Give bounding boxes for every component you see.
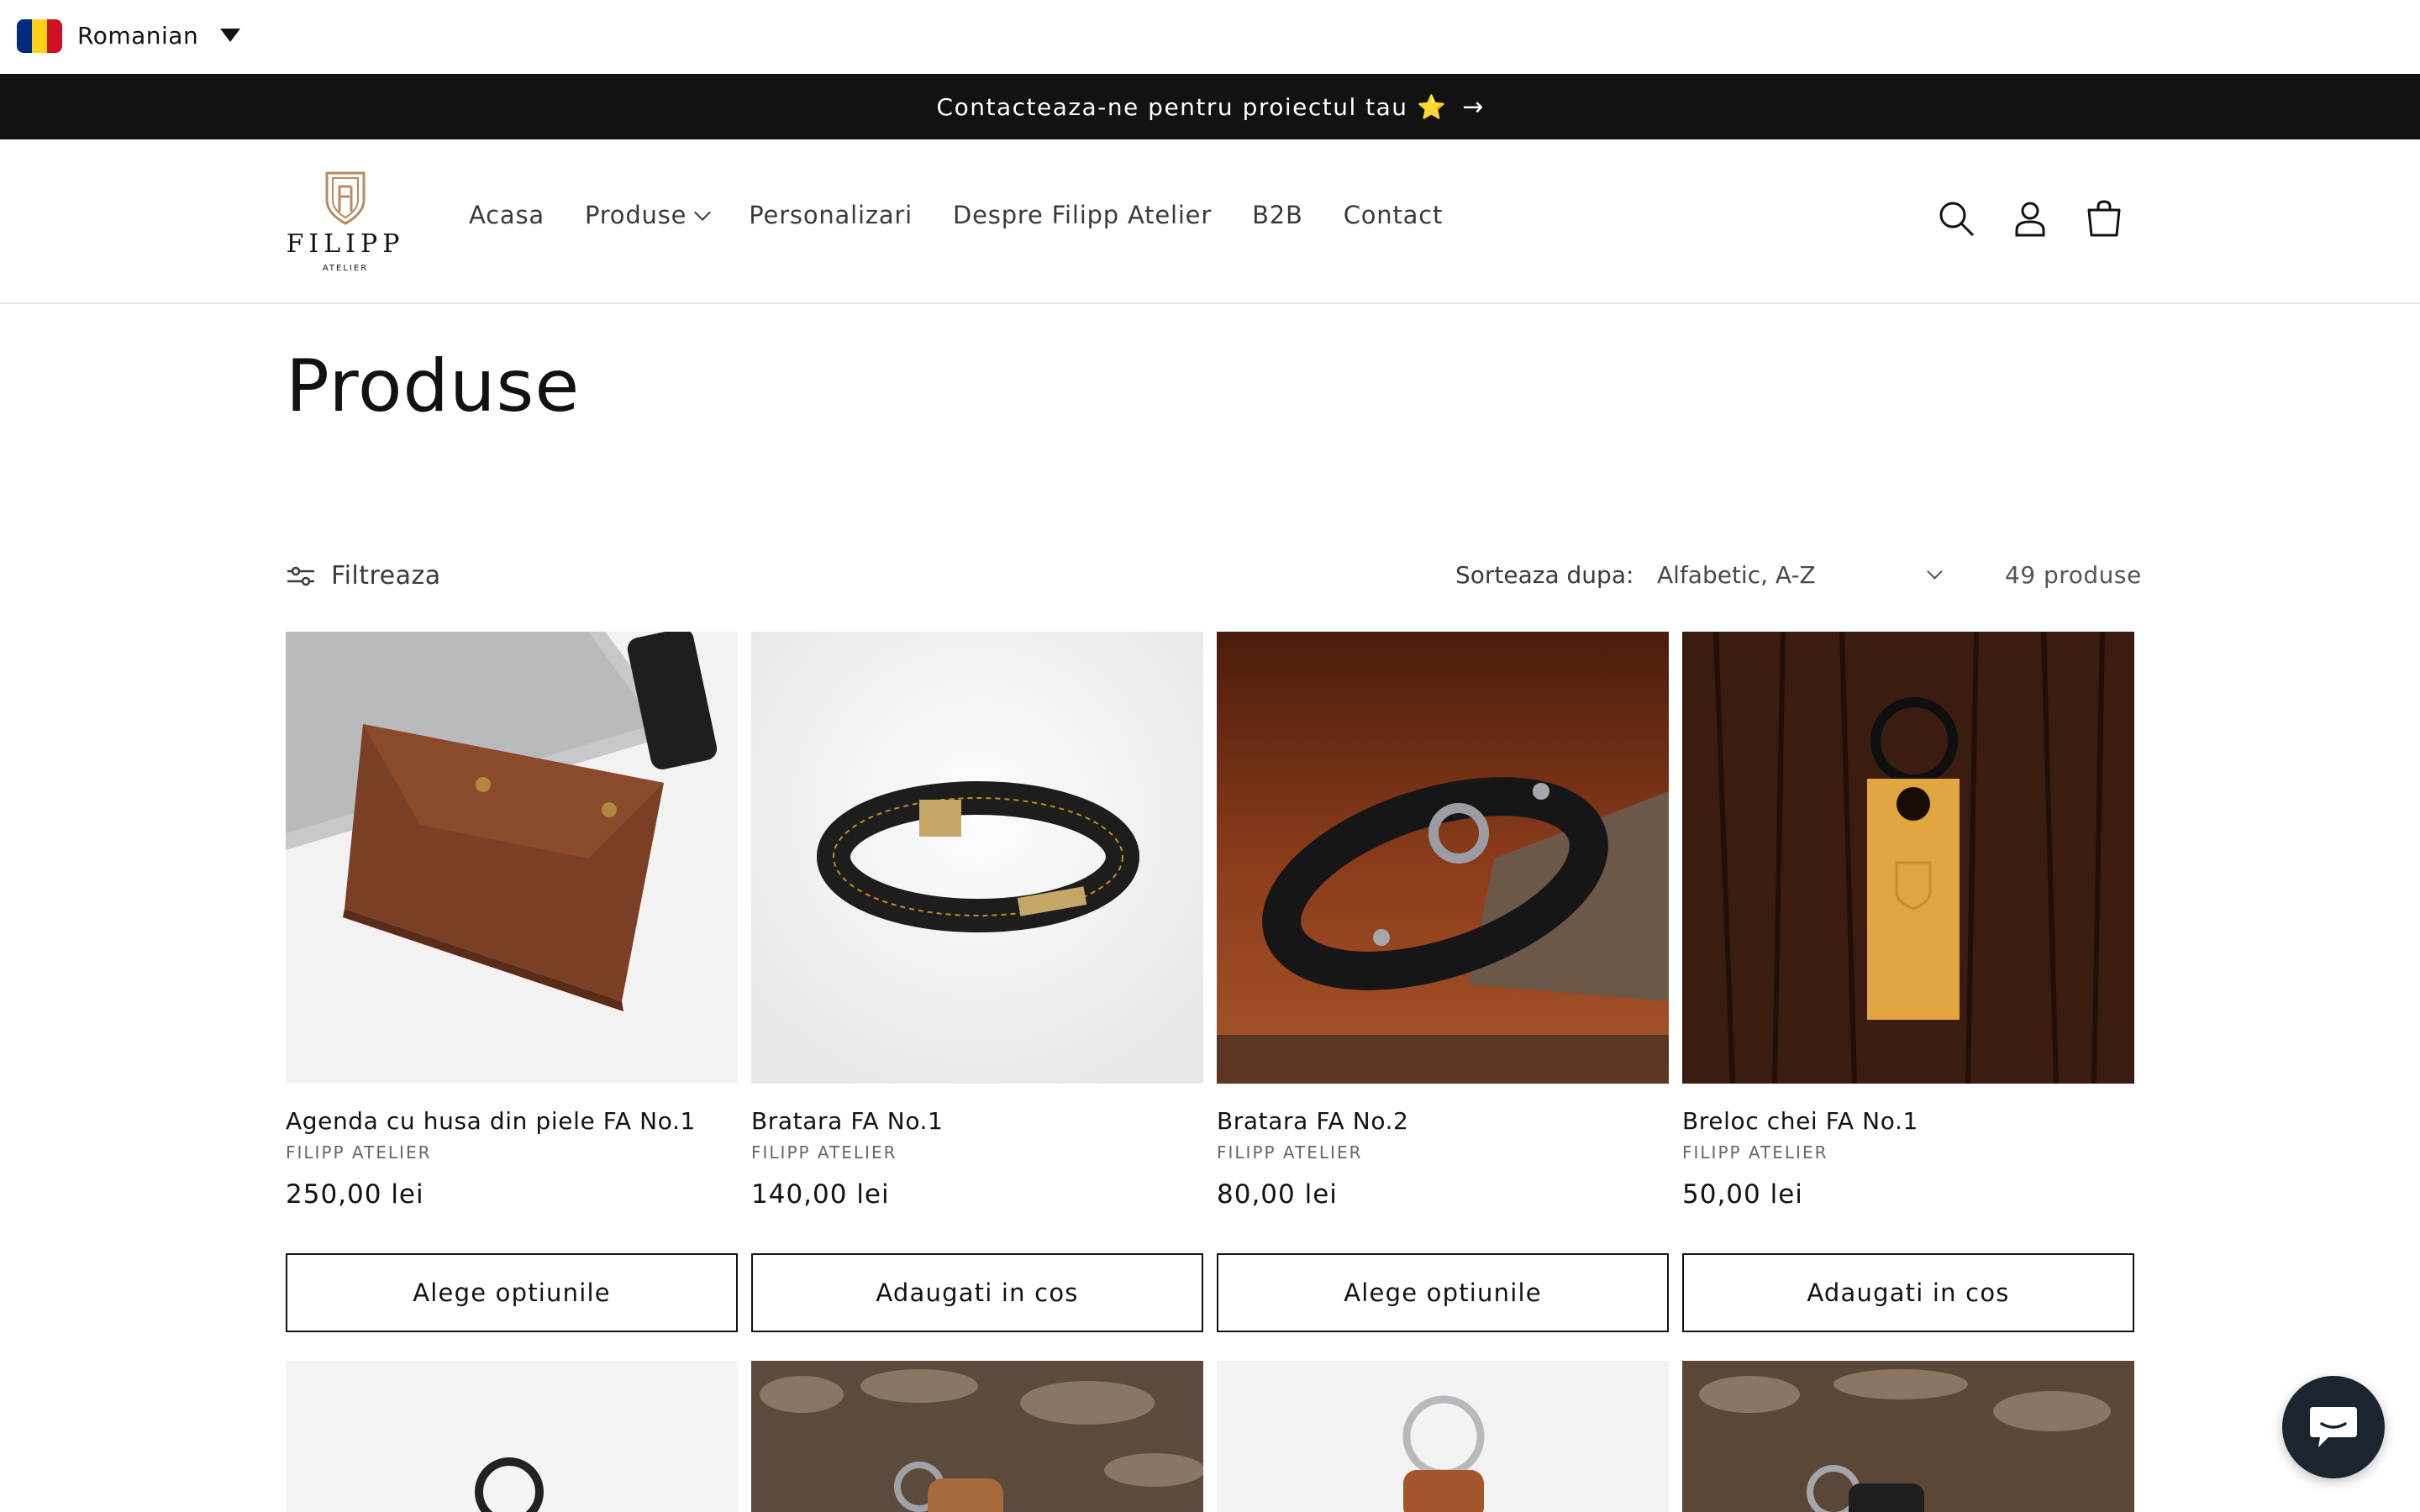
product-price: 50,00 lei	[1682, 1179, 1803, 1210]
main-nav: Acasa Produse Personalizari Despre Filip…	[469, 201, 1483, 229]
product-title[interactable]: Breloc chei FA No.1	[1682, 1107, 1918, 1135]
nav-label: Contact	[1343, 201, 1444, 229]
product-count: 49 produse	[2005, 561, 2142, 589]
sort-label: Sorteaza dupa:	[1455, 561, 1634, 589]
nav-label: Produse	[584, 201, 687, 229]
chat-icon	[2310, 1407, 2357, 1447]
add-to-cart-button[interactable]: Adaugati in cos	[1682, 1253, 2134, 1332]
announcement-text[interactable]: Contacteaza-ne pentru proiectul tau ⭐	[937, 93, 1448, 121]
logo-name: FILIPP	[287, 229, 405, 259]
product-vendor: FILIPP ATELIER	[751, 1142, 897, 1163]
nav-item-acasa[interactable]: Acasa	[469, 201, 544, 229]
nav-item-despre[interactable]: Despre Filipp Atelier	[953, 201, 1212, 229]
sort-select[interactable]: Alfabetic, A-Z	[1657, 561, 1816, 589]
site-logo[interactable]: FILIPP ATELIER	[284, 165, 407, 281]
product-title[interactable]: Agenda cu husa din piele FA No.1	[286, 1107, 696, 1135]
nav-label: Acasa	[469, 201, 544, 229]
nav-label: Despre Filipp Atelier	[953, 201, 1213, 229]
site-header: FILIPP ATELIER Acasa Produse Personaliza…	[0, 139, 2420, 304]
product-image-row2-3[interactable]	[1217, 1361, 1669, 1512]
search-icon[interactable]	[1936, 198, 1976, 239]
page-title: Produse	[286, 344, 581, 428]
nav-item-b2b[interactable]: B2B	[1252, 201, 1303, 229]
choose-options-button[interactable]: Alege optiunile	[286, 1253, 738, 1332]
product-image-agenda[interactable]	[286, 632, 738, 1084]
product-vendor: FILIPP ATELIER	[286, 1142, 432, 1163]
product-title[interactable]: Bratara FA No.1	[751, 1107, 943, 1135]
product-image-bratara-2[interactable]	[1217, 632, 1669, 1084]
nav-label: Personalizari	[749, 201, 913, 229]
product-price: 80,00 lei	[1217, 1179, 1338, 1210]
product-image-bratara-1[interactable]	[751, 632, 1203, 1084]
filter-icon	[287, 566, 314, 585]
caret-down-icon[interactable]	[220, 29, 240, 42]
account-icon[interactable]	[2010, 198, 2050, 239]
product-image-row2-1[interactable]	[286, 1361, 738, 1512]
product-vendor: FILIPP ATELIER	[1217, 1142, 1363, 1163]
nav-item-contact[interactable]: Contact	[1344, 201, 1443, 229]
logo-sub: ATELIER	[323, 264, 368, 273]
announcement-bar[interactable]: Contacteaza-ne pentru proiectul tau ⭐ →	[0, 74, 2420, 139]
choose-options-button[interactable]: Alege optiunile	[1217, 1253, 1669, 1332]
nav-label: B2B	[1252, 201, 1303, 229]
language-bar: Romanian	[0, 0, 2420, 74]
romania-flag-icon[interactable]	[17, 19, 62, 53]
nav-item-produse[interactable]: Produse	[584, 201, 712, 229]
product-price: 250,00 lei	[286, 1179, 424, 1210]
chat-button[interactable]	[2282, 1376, 2385, 1478]
language-selector-label[interactable]: Romanian	[77, 22, 198, 50]
add-to-cart-button[interactable]: Adaugati in cos	[751, 1253, 1203, 1332]
nav-item-personalizari[interactable]: Personalizari	[749, 201, 913, 229]
chevron-down-icon	[694, 204, 712, 221]
product-vendor: FILIPP ATELIER	[1682, 1142, 1828, 1163]
cart-icon[interactable]	[2084, 198, 2124, 239]
chevron-down-icon[interactable]	[1927, 564, 1943, 580]
product-title[interactable]: Bratara FA No.2	[1217, 1107, 1408, 1135]
arrow-right-icon: →	[1462, 92, 1484, 122]
filter-button[interactable]: Filtreaza	[286, 561, 441, 591]
filter-label: Filtreaza	[331, 561, 441, 591]
product-image-breloc[interactable]	[1682, 632, 2134, 1084]
product-price: 140,00 lei	[751, 1179, 890, 1210]
product-image-row2-4[interactable]	[1682, 1361, 2134, 1512]
product-image-row2-2[interactable]	[751, 1361, 1203, 1512]
